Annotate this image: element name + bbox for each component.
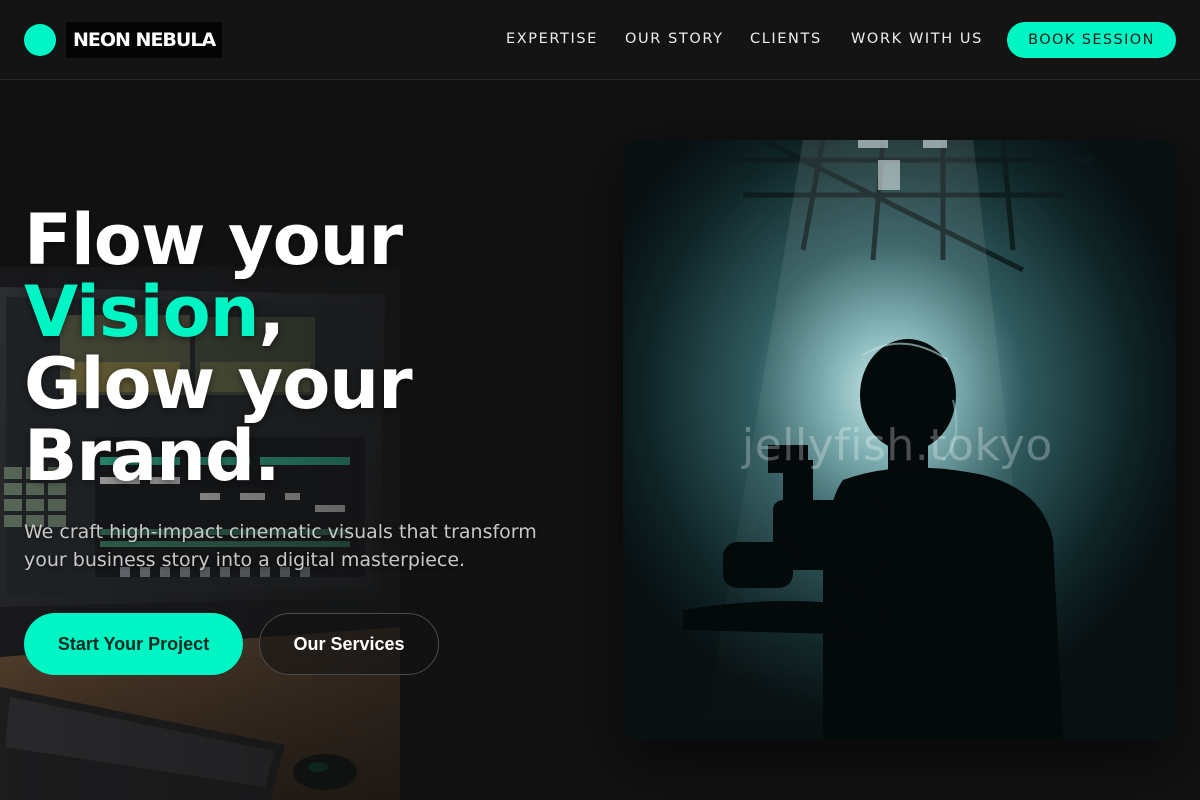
hero-headline: Flow your Vision, Glow your Brand. [24, 199, 413, 497]
subtitle-line-2: your business story into a digital maste… [24, 549, 466, 571]
nav-link-work-with-us[interactable]: WORK WITH US [851, 31, 983, 47]
hero-subtitle: We craft high-impact cinematic visuals t… [24, 518, 564, 574]
nav-link-our-story[interactable]: OUR STORY [625, 31, 724, 47]
book-session-button[interactable]: BOOK SESSION [1007, 22, 1176, 58]
headline-accent-word: Vision [24, 271, 260, 353]
subtitle-line-1: We craft high-impact cinematic visuals t… [24, 521, 537, 543]
headline-line-3: Glow your [24, 343, 413, 425]
headline-line-2: Vision, [24, 276, 412, 348]
site-header: NEON NEBULA EXPERTISE OUR STORY CLIENTS … [0, 0, 1200, 80]
brand-name[interactable]: NEON NEBULA [66, 22, 223, 58]
circle-logo-icon[interactable] [24, 24, 56, 56]
watermark-text: jellyfish.tokyo [742, 420, 1053, 471]
nav-link-expertise[interactable]: EXPERTISE [506, 31, 598, 47]
headline-line-4: Brand. [24, 415, 281, 497]
start-project-button[interactable]: Start Your Project [24, 613, 243, 675]
headline-line-1: Flow your [24, 199, 403, 281]
our-services-button[interactable]: Our Services [259, 613, 439, 675]
nav-link-clients[interactable]: CLIENTS [750, 31, 822, 47]
headline-accent-punct: , [258, 271, 286, 353]
